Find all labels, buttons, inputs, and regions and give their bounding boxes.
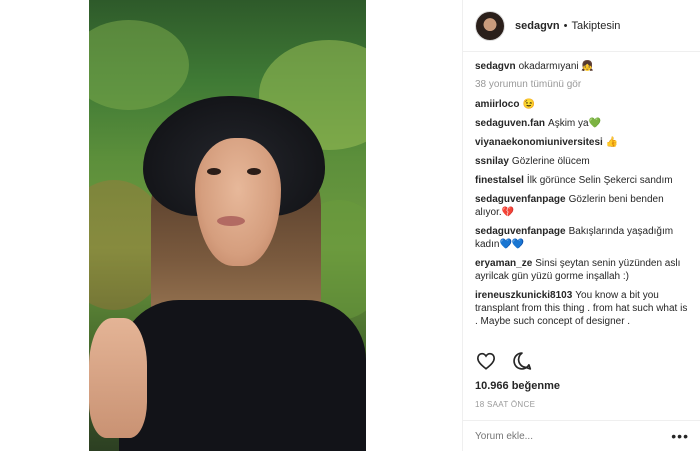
lips	[217, 216, 245, 226]
comment-username[interactable]: ireneuszkunicki8103	[475, 290, 572, 301]
eye	[207, 168, 221, 175]
view-all-comments-link[interactable]: 38 yorumun tümünü gör	[475, 79, 688, 90]
post-sidebar: sedagvn • Takiptesin sedagvn okadarmıyani 👧…	[462, 0, 700, 451]
comment-username[interactable]: amiirloco	[475, 99, 519, 110]
header-text: sedagvn • Takiptesin	[515, 20, 620, 32]
follow-status[interactable]: Takiptesin	[572, 20, 621, 32]
face	[195, 138, 281, 266]
comment-text: 👍	[605, 137, 619, 148]
heart-icon[interactable]	[475, 350, 497, 372]
header-username[interactable]: sedagvn	[515, 20, 560, 32]
comment-text: Aşkim ya💚	[548, 118, 602, 129]
comment-input[interactable]	[475, 430, 665, 442]
hand	[89, 318, 147, 438]
comment-username[interactable]: ssnilay	[475, 156, 509, 167]
comment-text: Gözlerine ölücem	[511, 156, 590, 167]
post-time: 18 SAAT ÖNCE	[475, 400, 536, 409]
foliage	[89, 20, 189, 110]
torso	[119, 300, 366, 451]
avatar[interactable]	[475, 10, 505, 41]
comment-username[interactable]: finestalsel	[475, 175, 524, 186]
comment-bubble-icon[interactable]	[511, 350, 533, 372]
comment-username[interactable]: sedaguvenfanpage	[475, 226, 566, 237]
comment-username[interactable]: viyanaekonomiuniversitesi	[475, 137, 603, 148]
comment-item: viyanaekonomiuniversitesi 👍	[475, 136, 688, 149]
eye	[247, 168, 261, 175]
more-options-icon[interactable]: •••	[671, 428, 689, 444]
comment-item: eryaman_ze Sinsi şeytan senin yüzünden as…	[475, 257, 688, 283]
comment-item: amiirloco 😉	[475, 98, 688, 111]
comment-text: 😉	[522, 99, 535, 110]
comment-item: ssnilay Gözlerine ölücem	[475, 155, 688, 168]
comment-username[interactable]: sedaguvenfanpage	[475, 194, 566, 205]
comment-item: sedaguven.fan Aşkim ya💚	[475, 117, 688, 130]
post-actions	[475, 350, 533, 372]
comment-item: ireneuszkunicki8103 You know a bit you tr…	[475, 289, 688, 328]
comment-item: sedaguvenfanpage Bakışlarında yaşadığım k…	[475, 225, 688, 251]
post-photo[interactable]	[89, 0, 366, 451]
header-separator: •	[563, 19, 568, 32]
comments-list[interactable]: sedagvn okadarmıyani 👧 38 yorumun tümünü …	[463, 52, 700, 344]
comment-item: finestalsel İlk görünce Selin Şekerci san…	[475, 174, 688, 187]
like-count[interactable]: 10.966 beğenme	[475, 380, 560, 392]
post-header: sedagvn • Takiptesin	[463, 0, 700, 52]
caption-text: okadarmıyani 👧	[518, 61, 594, 72]
comment-item: sedaguvenfanpage Gözlerin beni benden alı…	[475, 193, 688, 219]
caption-username[interactable]: sedagvn	[475, 61, 516, 72]
comment-text: İlk görünce Selin Şekerci sandım	[526, 175, 673, 186]
comment-box: •••	[463, 420, 700, 451]
comment-username[interactable]: eryaman_ze	[475, 258, 532, 269]
caption: sedagvn okadarmıyani 👧	[475, 60, 688, 73]
comment-username[interactable]: sedaguven.fan	[475, 118, 545, 129]
comments-fade	[463, 332, 700, 344]
post-media-area	[0, 0, 462, 451]
